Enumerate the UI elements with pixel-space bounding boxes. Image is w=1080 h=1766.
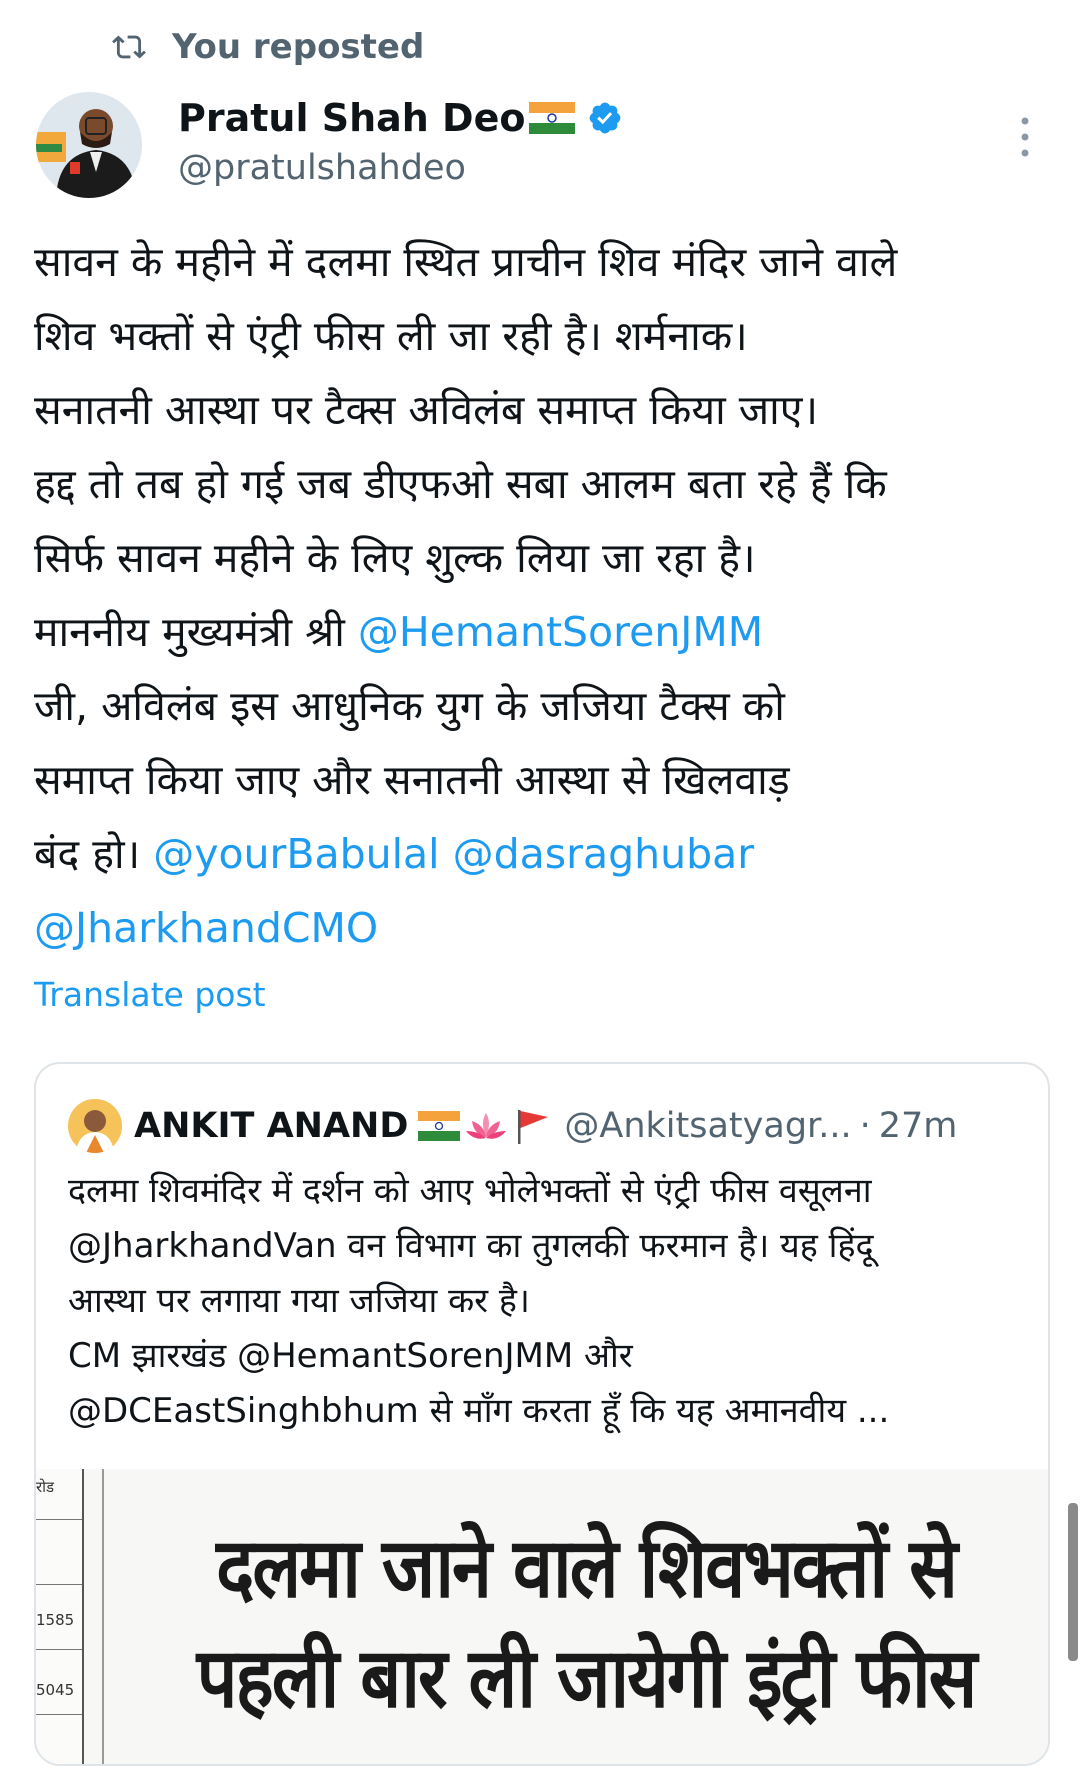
mention-link[interactable]: @JharkhandCMO [34,904,378,952]
quoted-tweet-header: ANKIT ANAND @Ankitsatyagr... · 27m [68,1096,957,1156]
separator-dot: · [859,1106,871,1146]
author-avatar[interactable] [36,92,142,198]
lotus-icon [466,1113,507,1139]
strip-label: 1585 [36,1611,75,1629]
quoted-text-line: CM झारखंड @HemantSorenJMM और [68,1336,633,1376]
strip-label: 5045 [36,1681,75,1699]
tweet-text-segment: शिव भक्तों से एंट्री फीस ली जा रही है। श… [34,312,748,360]
tweet-text-segment: सिर्फ सावन महीने के लिए शुल्क लिया जा रह… [34,534,756,582]
mention-link[interactable]: @HemantSorenJMM [358,608,763,656]
strip-divider [36,1519,82,1520]
strip-divider [36,1714,82,1715]
avatar-image [36,92,142,198]
quoted-text-line: @JharkhandVan वन विभाग का तुगलकी फरमान ह… [68,1226,874,1266]
quoted-text-line: आस्था पर लगाया गया जजिया कर है। [68,1281,530,1321]
tweet-text-line: समाप्त किया जाए और सनातनी आस्था से खिलवा… [34,743,1044,817]
more-options-icon[interactable] [1010,112,1040,162]
scrollbar-thumb[interactable] [1068,1503,1078,1661]
quoted-avatar-image [68,1099,122,1153]
tweet-text-line: हद्द तो तब हो गई जब डीएफओ सबा आलम बता रह… [34,447,1044,521]
newspaper-headline-line-2: पहली बार ली जायेगी इंट्री फीस [196,1628,978,1726]
tweet-text-line: शिव भक्तों से एंट्री फीस ली जा रही है। श… [34,299,1044,373]
quoted-tweet-image[interactable]: रोड 1585 5045 दलमा जाने वाले शिवभक्तों स… [36,1469,1048,1764]
newspaper-column-rule [102,1469,104,1764]
quoted-author-avatar[interactable] [68,1099,122,1153]
verified-badge-icon [590,102,621,134]
quoted-tweet-time[interactable]: 27m [879,1106,958,1146]
quoted-tweet-text: दलमा शिवमंदिर में दर्शन को आए भोलेभक्तों… [68,1164,1028,1439]
quoted-text-line: @DCEastSinghbhum से माँग करता हूँ कि यह … [68,1391,890,1431]
tweet-text-line: बंद हो। @yourBabulal @dasraghubar [34,817,1044,891]
strip-divider [36,1649,82,1650]
tweet-text-segment: सावन के महीने में दलमा स्थित प्राचीन शिव… [34,238,898,286]
saffron-flag-icon [518,1110,549,1144]
author-info: Pratul Shah Deo @pratulshahdeo [178,90,623,188]
tweet-text-segment: माननीय मुख्यमंत्री श्री [34,608,358,656]
mention-link[interactable]: @dasraghubar [453,830,755,878]
tweet-text-line: सिर्फ सावन महीने के लिए शुल्क लिया जा रह… [34,521,1044,595]
india-flag-icon [418,1111,461,1141]
quoted-author-name[interactable]: ANKIT ANAND [134,1106,408,1146]
strip-divider [36,1584,82,1585]
tweet-text-line: जी, अविलंब इस आधुनिक युग के जजिया टैक्स … [34,669,1044,743]
author-handle[interactable]: @pratulshahdeo [178,148,623,188]
quoted-tweet[interactable]: ANKIT ANAND @Ankitsatyagr... · 27m दलमा … [34,1062,1050,1766]
strip-label: रोड [36,1478,55,1496]
newspaper-headline-line-1: दलमा जाने वाले शिवभक्तों से [216,1518,958,1616]
quoted-author-handle[interactable]: @Ankitsatyagr... [564,1106,851,1146]
tweet-text: सावन के महीने में दलमा स्थित प्राचीन शिव… [34,225,1044,965]
mention-link[interactable]: @yourBabulal [153,830,439,878]
author-name[interactable]: Pratul Shah Deo [178,96,525,140]
tweet-text-segment: समाप्त किया जाए और सनातनी आस्था से खिलवा… [34,756,790,804]
india-flag-icon [529,102,576,134]
tweet-text-segment: बंद हो। [34,830,154,878]
repost-indicator: You reposted [112,22,424,72]
quoted-author-emojis [418,1106,552,1146]
tweet-text-line: @JharkhandCMO [34,891,1044,965]
tweet-text-segment: सनातनी आस्था पर टैक्स अविलंब समाप्त किया… [34,386,819,434]
repost-icon [112,35,146,59]
tweet-text-line: सावन के महीने में दलमा स्थित प्राचीन शिव… [34,225,1044,299]
tweet-text-segment [440,830,453,878]
tweet-text-line: माननीय मुख्यमंत्री श्री @HemantSorenJMM [34,595,1044,669]
tweet-text-line: सनातनी आस्था पर टैक्स अविलंब समाप्त किया… [34,373,1044,447]
newspaper-column-strip: रोड 1585 5045 [36,1469,84,1764]
tweet-text-segment: हद्द तो तब हो गई जब डीएफओ सबा आलम बता रह… [34,460,887,508]
repost-label: You reposted [172,27,425,67]
translate-post-link[interactable]: Translate post [34,975,266,1014]
quoted-text-line: दलमा शिवमंदिर में दर्शन को आए भोलेभक्तों… [68,1171,872,1211]
tweet-text-segment: जी, अविलंब इस आधुनिक युग के जजिया टैक्स … [34,682,785,730]
